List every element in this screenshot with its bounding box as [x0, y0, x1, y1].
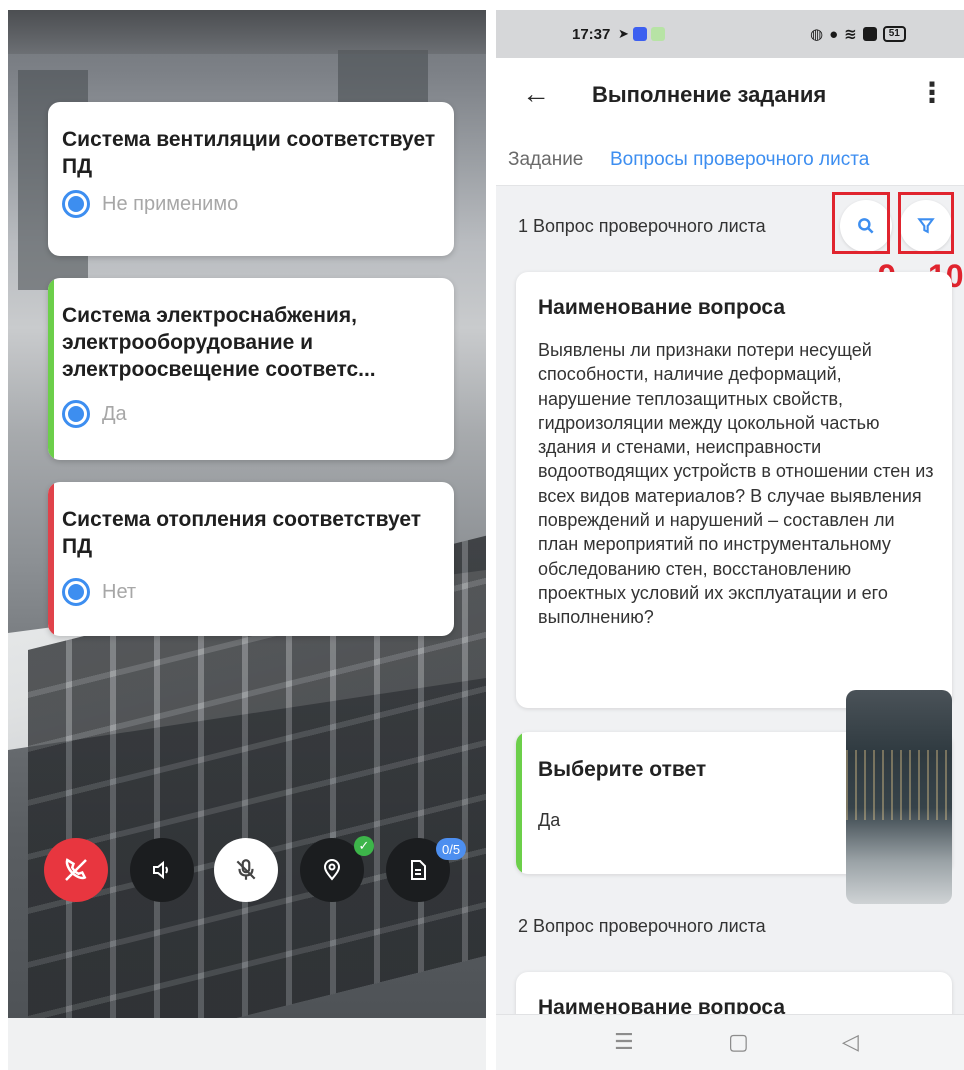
location-status-icon: ●	[829, 25, 839, 43]
answer-accent-green	[516, 732, 522, 874]
annotation-box-search	[832, 192, 890, 254]
checklist-card-heating[interactable]: Система отопления соответствует ПД Нет	[48, 482, 454, 636]
phone-screen: 17:37 ➤ ◍ ● ≋ 51 ← Выполнение задания ⋮ …	[496, 10, 964, 1070]
video-call-view: Система вентиляции соответствует ПД Не п…	[8, 10, 486, 1070]
annotation-box-filter	[898, 192, 954, 254]
tab-task[interactable]: Задание	[508, 149, 583, 171]
tab-checklist-questions[interactable]: Вопросы проверочного листа	[610, 149, 869, 171]
checklist-card-ventilation[interactable]: Система вентиляции соответствует ПД Не п…	[48, 102, 454, 256]
menu-nav-icon[interactable]: ☰	[614, 1029, 634, 1055]
microphone-button[interactable]	[214, 838, 278, 902]
question-heading: Наименование вопроса	[538, 296, 786, 319]
section-header-2: 2 Вопрос проверочного листа	[518, 916, 766, 936]
answer-value[interactable]: Да	[538, 810, 560, 831]
telegram-icon: ➤	[618, 26, 629, 41]
card-title: Система вентиляции соответствует ПД	[62, 128, 436, 178]
sim-icon	[862, 27, 877, 41]
speaker-button[interactable]	[130, 838, 194, 902]
mic-off-icon	[236, 859, 256, 880]
phone-off-icon	[65, 858, 87, 881]
question-card: Наименование вопроса Выявлены ли признак…	[516, 272, 952, 708]
radio-selected-icon[interactable]	[62, 400, 90, 428]
checklist-card-electrical[interactable]: Система электроснабжения, электрооборудо…	[48, 278, 454, 460]
card-accent-green	[48, 278, 54, 460]
radio-selected-icon[interactable]	[62, 578, 90, 606]
top-shade	[8, 10, 486, 54]
wifi-icon: ≋	[844, 26, 857, 43]
page-title: Выполнение задания	[592, 82, 827, 107]
app-notification-icon	[650, 27, 665, 41]
system-nav-bar: ☰ ▢ ◁	[496, 1014, 964, 1070]
question-body: Выявлены ли признаки потери несущей спос…	[538, 340, 934, 628]
speaker-icon	[153, 860, 168, 880]
card-answer[interactable]: Да	[62, 400, 127, 428]
app-notification-icon	[632, 27, 647, 41]
tab-bar: Задание Вопросы проверочного листа	[496, 132, 964, 186]
check-badge-icon: ✓	[354, 836, 374, 856]
location-pin-icon	[323, 859, 341, 881]
status-bar: 17:37 ➤ ◍ ● ≋ 51	[496, 10, 964, 58]
card-title: Система электроснабжения, электрооборудо…	[62, 304, 376, 381]
battery-icon: 51	[882, 26, 906, 42]
vibrate-icon: ◍	[810, 26, 824, 43]
video-pip[interactable]	[846, 690, 952, 904]
status-time: 17:37	[572, 26, 611, 43]
card-answer[interactable]: Нет	[62, 578, 136, 606]
call-controls: ✓ 0/5	[8, 836, 486, 904]
back-nav-icon[interactable]: ◁	[842, 1029, 859, 1055]
answer-label: Не применимо	[102, 192, 239, 215]
back-arrow-icon[interactable]: ←	[522, 78, 550, 110]
radio-selected-icon[interactable]	[62, 190, 90, 218]
home-nav-icon[interactable]: ▢	[728, 1029, 749, 1055]
answer-label: Нет	[102, 580, 137, 603]
end-call-button[interactable]	[44, 838, 108, 902]
card-accent-red	[48, 482, 54, 636]
answer-label: Да	[102, 402, 127, 425]
answer-heading: Выберите ответ	[538, 758, 707, 781]
document-icon	[411, 860, 426, 880]
card-answer[interactable]: Не применимо	[62, 190, 238, 218]
status-right-icons: ◍ ● ≋ 51	[810, 25, 906, 43]
more-vert-icon[interactable]: ⋮	[918, 76, 946, 109]
checklist-count-badge: 0/5	[436, 838, 467, 860]
status-left-icons: ➤	[618, 26, 665, 42]
pip-city-lights	[846, 750, 952, 820]
app-bar: ← Выполнение задания ⋮	[496, 58, 964, 132]
card-title: Система отопления соответствует ПД	[62, 508, 422, 558]
bottom-strip	[8, 1018, 486, 1070]
section-header-1: 1 Вопрос проверочного листа	[518, 216, 766, 236]
